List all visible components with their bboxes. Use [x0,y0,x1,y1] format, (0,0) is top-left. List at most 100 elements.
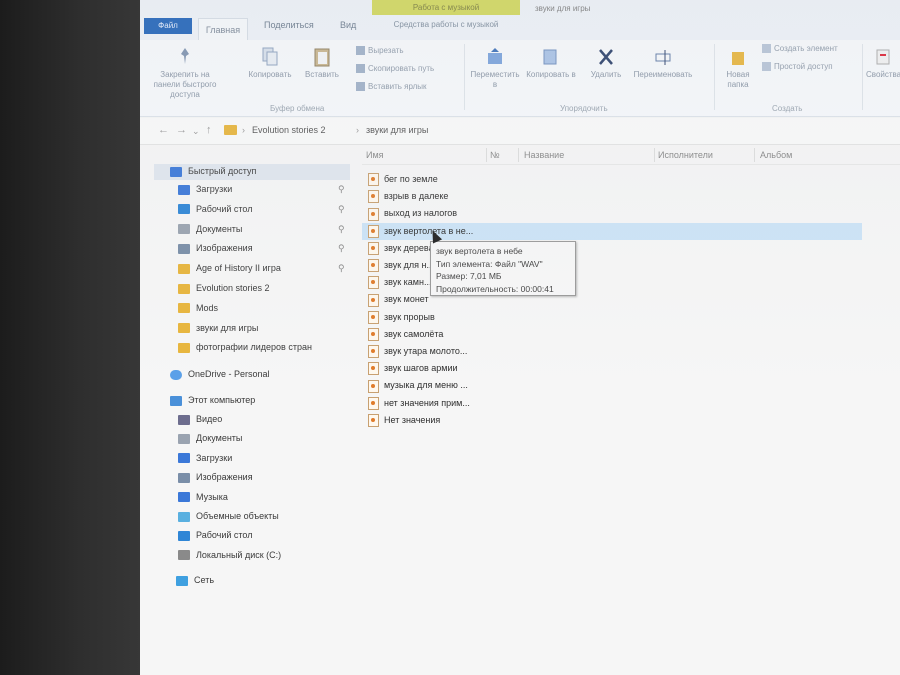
column-header-number[interactable]: № [490,150,500,160]
group-organize-label: Упорядочить [560,104,608,113]
file-row[interactable]: звук вертолета в не... [368,223,473,239]
up-arrow-icon[interactable]: ↑ [206,124,212,136]
sidebar-item-label: фотографии лидеров стран [196,342,312,353]
quick-access-item[interactable]: звуки для игры [178,323,258,334]
breadcrumb-current-folder[interactable]: звуки для игры [366,125,428,135]
quick-access-item[interactable]: фотографии лидеров стран [178,342,312,354]
sidebar-item-label: OneDrive - Personal [188,369,270,379]
rename-button[interactable]: Переименовать [632,46,694,80]
folder-icon [178,244,190,255]
folder-icon [178,323,190,334]
quick-access-item[interactable]: Рабочий стол [178,204,253,215]
this-pc-item[interactable]: Загрузки [178,453,232,464]
quick-access-item[interactable]: Документы [178,224,242,235]
file-row[interactable]: бег по земле [368,171,438,187]
folder-icon [178,303,190,314]
delete-button[interactable]: Удалить [586,46,626,80]
sidebar-item-label: Сеть [194,575,215,585]
sidebar-item-this-pc[interactable]: Этот компьютер [170,395,255,406]
sidebar-item-network[interactable]: Сеть [176,575,214,586]
sidebar-item-onedrive[interactable]: OneDrive - Personal [170,369,270,380]
column-divider[interactable] [518,148,519,162]
copy-button[interactable]: Копировать [244,46,296,80]
file-name: звук самолёта [384,328,444,339]
folder-icon [178,224,190,235]
forward-arrow-icon[interactable]: → [176,124,187,136]
tooltip-filename: звук вертолета в небе [436,246,523,256]
tab-home[interactable]: Главная [198,18,248,41]
column-header-album[interactable]: Альбом [760,150,792,160]
sidebar-item-label: Рабочий стол [196,530,253,541]
paste-button[interactable]: Вставить [298,46,346,80]
sidebar-item-label: Изображения [196,472,253,483]
file-row[interactable]: звук для н... [368,257,434,273]
file-row[interactable]: музыка для меню ... [368,377,468,393]
this-pc-item[interactable]: Документы [178,433,242,445]
file-row[interactable]: звук шагов армии [368,360,458,376]
breadcrumb-evolution-stories[interactable]: Evolution stories 2 [252,125,326,135]
quick-access-item[interactable]: Загрузки [178,184,232,195]
audio-file-icon [368,310,379,324]
copy-to-label: Копировать в [526,70,576,79]
copy-to-button[interactable]: Копировать в [526,46,576,80]
tab-share[interactable]: Поделиться [264,20,314,30]
quick-access-item[interactable]: Изображения [178,243,253,255]
pinned-icon[interactable]: ⚲ [338,224,345,235]
cut-button[interactable]: Вырезать [356,46,404,56]
quick-access-item[interactable]: Mods [178,303,218,314]
delete-label: Удалить [590,70,622,79]
column-divider[interactable] [486,148,487,162]
file-row[interactable]: звук монет [368,291,429,307]
folder-icon [178,472,190,483]
quick-access-item[interactable]: Age of History II игра [178,263,281,274]
this-pc-item[interactable]: Объемные объекты [178,511,279,522]
paste-shortcut-button[interactable]: Вставить ярлык [356,82,427,92]
properties-button[interactable]: Свойства [866,46,900,80]
copy-path-button[interactable]: Скопировать путь [356,64,434,74]
sidebar-item-label: Рабочий стол [196,203,253,214]
quick-access-item[interactable]: Evolution stories 2 [178,283,270,294]
column-header-name[interactable]: Имя [366,150,384,160]
pinned-icon[interactable]: ⚲ [338,204,345,215]
new-item-button[interactable]: Создать элемент [762,44,838,54]
this-pc-item[interactable]: Музыка [178,492,228,503]
sidebar-item-quick-access[interactable]: Быстрый доступ [170,166,256,177]
column-header-title[interactable]: Название [524,150,564,160]
this-pc-item[interactable]: Видео [178,414,222,425]
column-divider[interactable] [754,148,755,162]
move-to-button[interactable]: Переместить в [470,46,520,90]
audio-file-icon [368,362,379,376]
pin-quick-access-button[interactable]: Закрепить на панели быстрого доступа [146,46,224,100]
context-tab-header: Работа с музыкой [372,0,520,15]
tab-music-tools[interactable]: Средства работы с музыкой [372,20,520,29]
file-row[interactable]: звук утара молото... [368,343,467,359]
file-row[interactable]: выход из налогов [368,205,457,221]
folder-icon [178,511,190,522]
file-row[interactable]: звук самолёта [368,326,443,342]
easy-access-button[interactable]: Простой доступ [762,62,833,72]
tab-file[interactable]: Файл [144,18,192,34]
ribbon-separator [464,44,465,110]
new-folder-button[interactable]: Новая папка [718,46,758,90]
file-row[interactable]: Нет значения [368,412,440,428]
this-pc-item[interactable]: Локальный диск (C:) [178,550,281,561]
file-row[interactable]: взрыв в далеке [368,188,448,204]
star-icon [170,166,182,177]
folder-icon [178,434,190,445]
this-pc-item[interactable]: Рабочий стол [178,530,253,542]
tab-view[interactable]: Вид [340,20,356,30]
column-divider[interactable] [654,148,655,162]
pinned-icon[interactable]: ⚲ [338,263,345,274]
properties-icon [876,49,890,65]
audio-file-icon [368,327,379,341]
this-pc-item[interactable]: Изображения [178,472,253,483]
sidebar-item-label: Быстрый доступ [188,166,257,176]
pinned-icon[interactable]: ⚲ [338,243,345,254]
file-row[interactable]: звук прорыв [368,309,435,325]
column-header-artist[interactable]: Исполнители [658,150,713,160]
file-row[interactable]: звук камн... [368,274,431,290]
file-row[interactable]: нет значения прим... [368,395,470,411]
back-arrow-icon[interactable]: ← [158,124,169,136]
recent-dropdown-icon[interactable]: ⌄ [192,126,200,137]
pinned-icon[interactable]: ⚲ [338,184,345,195]
